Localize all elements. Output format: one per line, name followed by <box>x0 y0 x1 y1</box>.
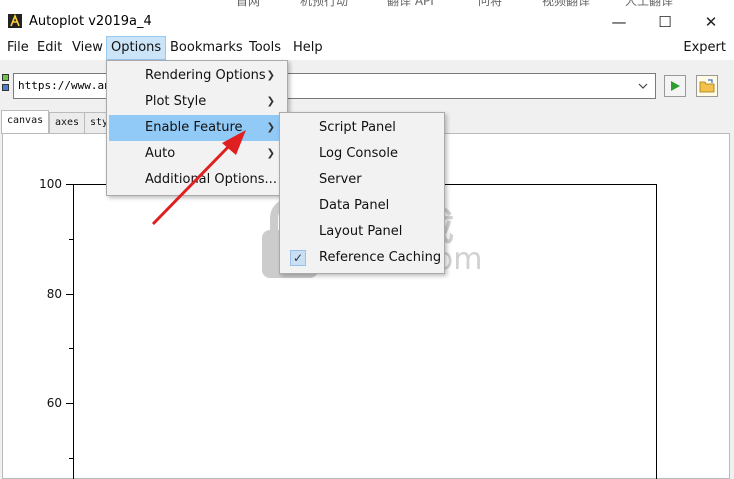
autoplot-window: 首网 机预行动 翻译 API 问将 视频翻译 人工翻译 Autoplot v20… <box>0 0 734 479</box>
annotation-arrow <box>151 130 246 226</box>
